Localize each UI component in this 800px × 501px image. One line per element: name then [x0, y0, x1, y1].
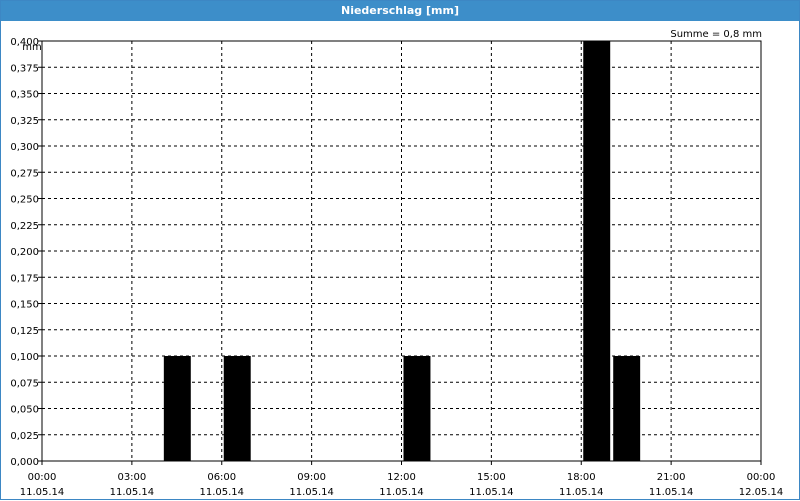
x-tick-time-label: 00:00	[747, 472, 776, 483]
y-tick-label: 0,300	[10, 142, 39, 153]
bar	[403, 356, 431, 461]
chart-area: 0,000 0,025 0,050 0,075 0,100 0,125 0,150 0,175…	[10, 29, 784, 498]
y-tick-label: 0,350	[10, 90, 39, 101]
y-tick-label: 0,050	[10, 405, 39, 416]
x-tick-time-label: 06:00	[207, 472, 236, 483]
y-tick-label: 0,375	[10, 63, 39, 74]
x-tick-time-label: 18:00	[567, 472, 596, 483]
y-axis-label: mm	[22, 42, 41, 53]
y-tick-label: 0,000	[10, 457, 39, 468]
sum-annotation: Summe = 0,8 mm	[670, 29, 762, 40]
y-tick-label: 0,175	[10, 273, 39, 284]
y-tick-label: 0,075	[10, 378, 39, 389]
x-tick-time-label: 03:00	[117, 472, 146, 483]
bar	[583, 41, 611, 461]
x-tick-date-label: 11.05.14	[469, 487, 514, 498]
chart-window: Niederschlag [mm] 0,000 0,025 0,050 0,075 0,…	[0, 0, 800, 500]
x-tick-time-label: 12:00	[387, 472, 416, 483]
bar	[163, 356, 191, 461]
y-tick-label: 0,225	[10, 221, 39, 232]
x-tick-date-label: 12.05.14	[739, 487, 784, 498]
bar	[613, 356, 641, 461]
x-tick-date-label: 11.05.14	[110, 487, 155, 498]
y-tick-label: 0,100	[10, 352, 39, 363]
x-tick-time-label: 15:00	[477, 472, 506, 483]
x-tick-date-label: 11.05.14	[649, 487, 694, 498]
x-tick-time-label: 09:00	[297, 472, 326, 483]
y-tick-label: 0,250	[10, 195, 39, 206]
y-tick-label: 0,150	[10, 300, 39, 311]
x-tick-date-label: 11.05.14	[289, 487, 334, 498]
y-tick-label: 0,325	[10, 116, 39, 127]
x-tick-date-label: 11.05.14	[199, 487, 244, 498]
y-tick-label: 0,125	[10, 326, 39, 337]
y-tick-label: 0,275	[10, 168, 39, 179]
x-tick-date-label: 11.05.14	[559, 487, 604, 498]
y-tick-label: 0,025	[10, 431, 39, 442]
bar	[223, 356, 251, 461]
x-tick-date-label: 11.05.14	[20, 487, 65, 498]
x-tick-date-label: 11.05.14	[379, 487, 424, 498]
x-tick-time-label: 21:00	[657, 472, 686, 483]
y-tick-label: 0,200	[10, 247, 39, 258]
x-tick-time-label: 00:00	[28, 472, 57, 483]
